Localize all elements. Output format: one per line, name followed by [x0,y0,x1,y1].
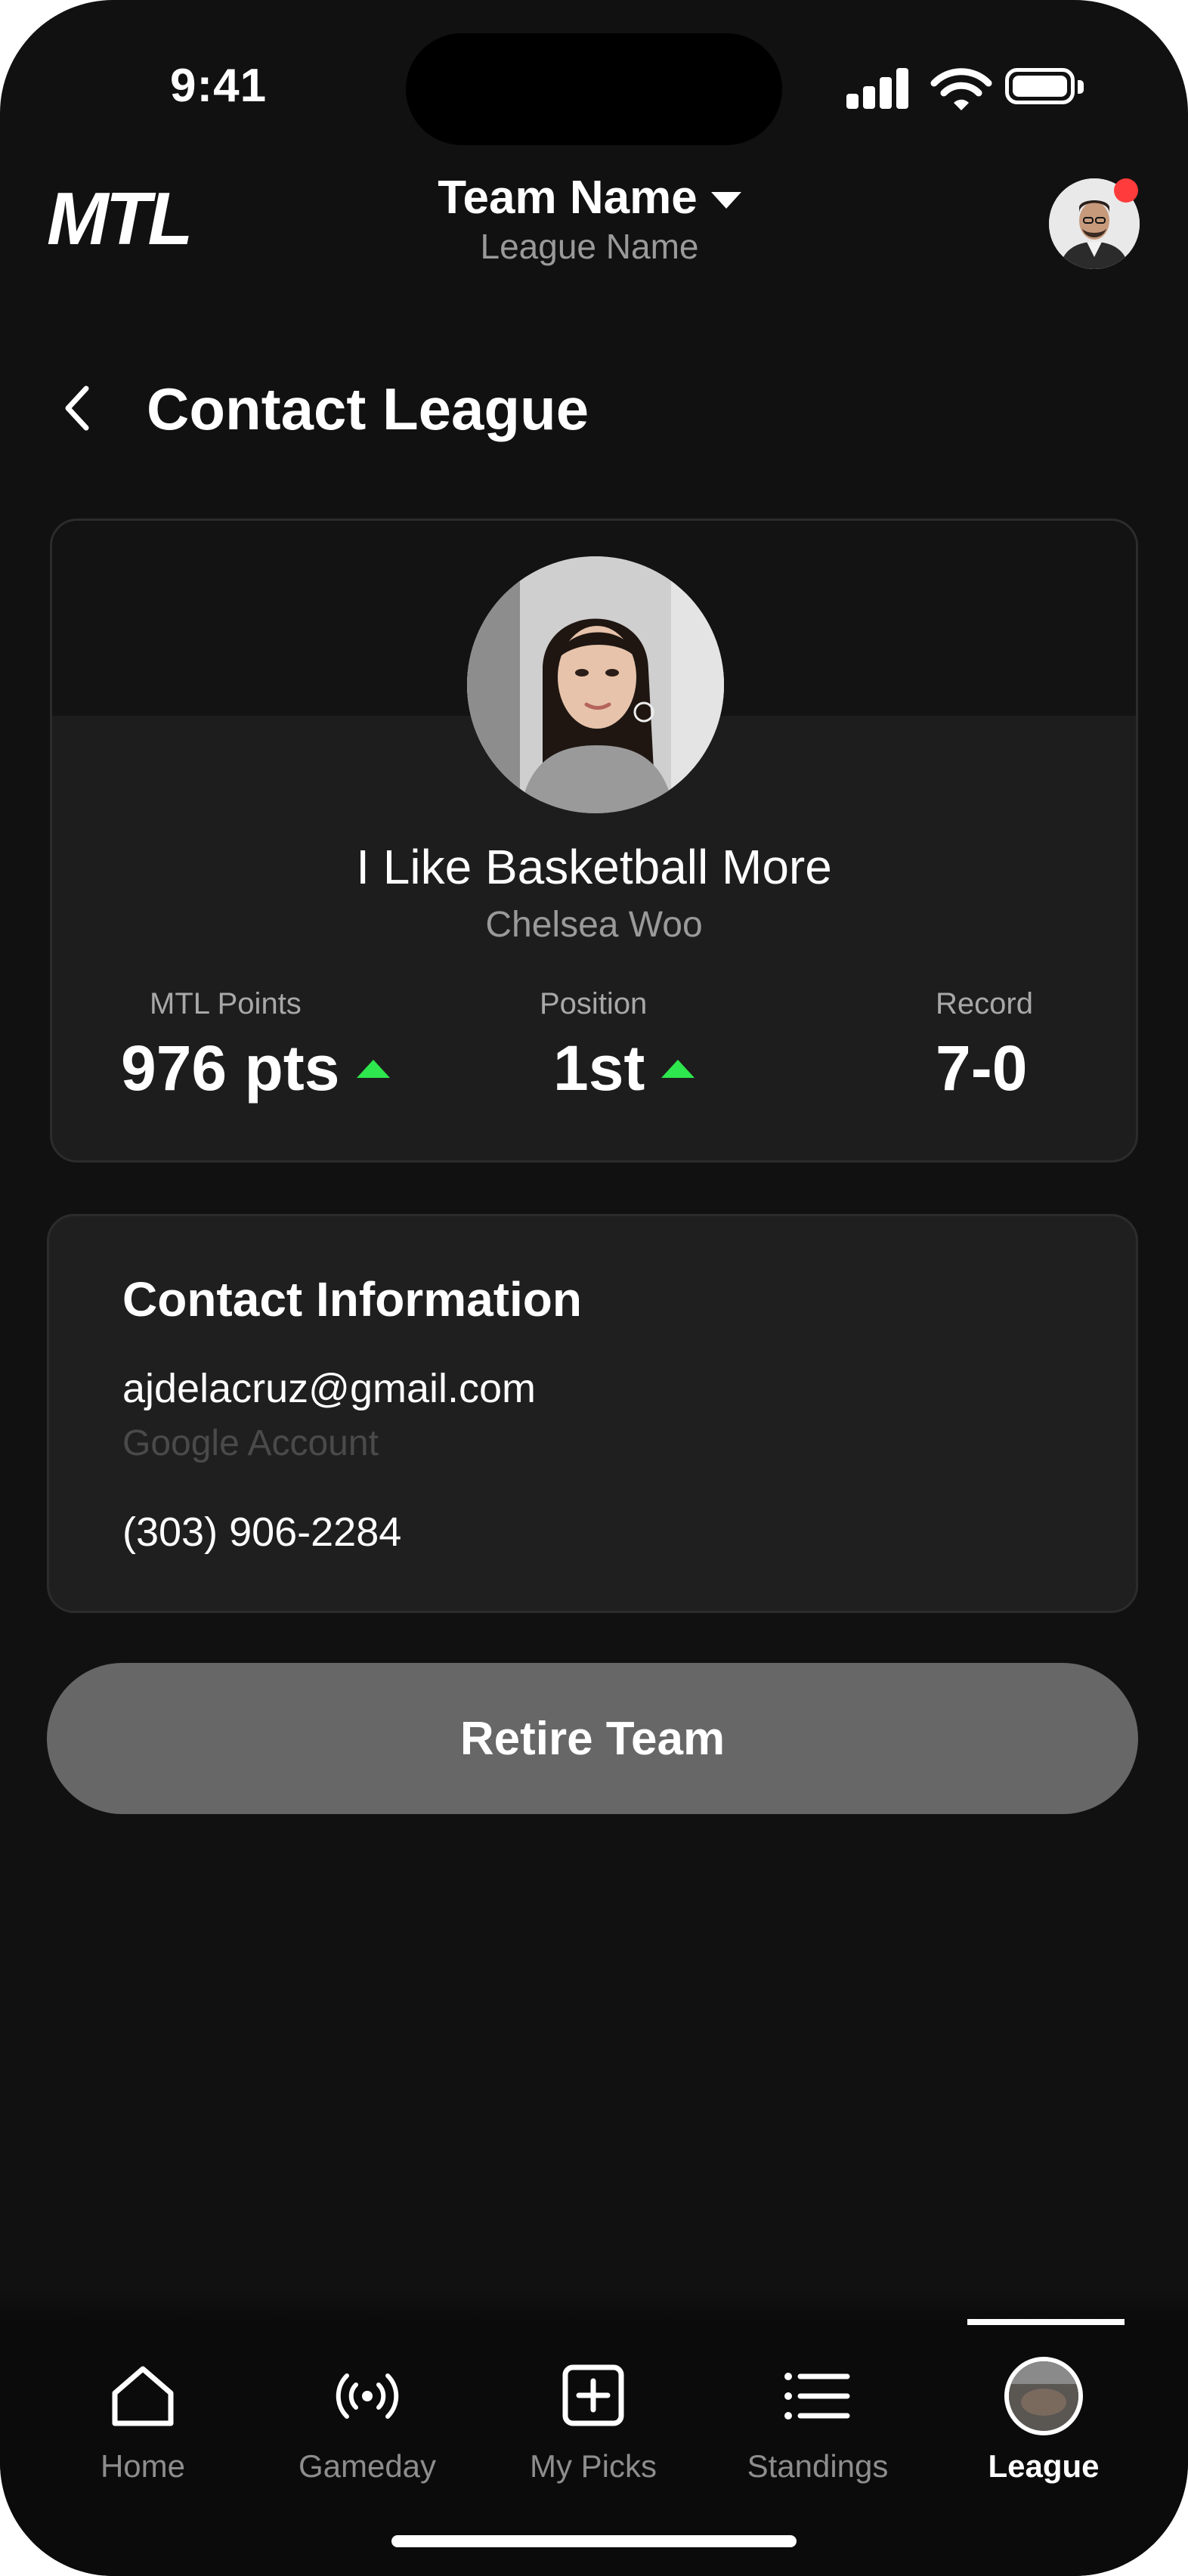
broadcast-icon [336,2373,399,2419]
stat-label: Record [936,987,1033,1020]
status-time: 9:41 [170,60,268,112]
contact-email[interactable]: ajdelacruz@gmail.com [122,1365,536,1412]
active-tab-indicator [967,2319,1125,2325]
stat-position: Position 1st [540,987,695,1105]
contact-account-type: Google Account [122,1423,379,1463]
caret-down-icon [710,191,741,209]
nav-item-home[interactable]: Home [45,2362,241,2485]
nav-label: My Picks [530,2448,657,2484]
chevron-left-icon [65,385,89,431]
stat-value: 1st [553,1033,645,1104]
list-icon [784,2373,850,2420]
nav-label: Standings [747,2448,889,2484]
battery-icon [1005,68,1075,104]
nav-shadow [0,2290,1188,2321]
plus-square-icon [562,2364,624,2426]
retire-team-button[interactable]: Retire Team [47,1663,1138,1814]
home-indicator [391,2535,797,2547]
trend-up-icon [356,1059,390,1078]
profile-team-name: I Like Basketball More [356,840,832,894]
nav-label: Gameday [298,2448,437,2484]
home-icon [112,2366,174,2426]
owner-photo [467,556,724,813]
status-icons [846,67,1088,112]
league-avatar [1004,2357,1083,2435]
league-avatar-image [1009,2361,1078,2431]
dynamic-island [406,33,782,145]
cellular-signal-icon [846,67,910,109]
stat-value: 7-0 [936,1033,1028,1104]
stat-value: 976 pts [121,1033,340,1104]
wifi-icon [930,68,992,110]
trend-up-icon [661,1059,695,1078]
stat-record: Record 7-0 [936,987,1033,1105]
owner-portrait [467,556,724,813]
nav-item-standings[interactable]: Standings [719,2362,916,2485]
back-button[interactable] [62,378,107,438]
stat-mtl-points: MTL Points 976 pts [121,987,390,1105]
battery-tip [1078,80,1084,94]
header-team-name: Team Name [438,172,698,224]
notification-badge [1114,178,1138,203]
contact-title: Contact Information [122,1272,582,1327]
contact-phone[interactable]: (303) 906-2284 [122,1509,401,1556]
nav-item-my-picks[interactable]: My Picks [495,2362,691,2485]
header-league-name: League Name [480,227,699,266]
stat-label: MTL Points [150,987,302,1020]
nav-item-league[interactable]: League [945,2357,1142,2485]
nav-label: League [988,2448,1100,2484]
app-logo[interactable]: MTL [47,181,193,255]
page-title: Contact League [147,376,589,442]
nav-label: Home [100,2448,186,2484]
stat-label: Position [540,987,648,1020]
profile-owner-name: Chelsea Woo [485,905,703,945]
app-screen: 9:41 MTL Team Name League Name Contact L… [0,0,1188,2576]
nav-item-gameday[interactable]: Gameday [269,2362,466,2485]
team-switcher[interactable]: Team Name League Name [363,171,816,267]
